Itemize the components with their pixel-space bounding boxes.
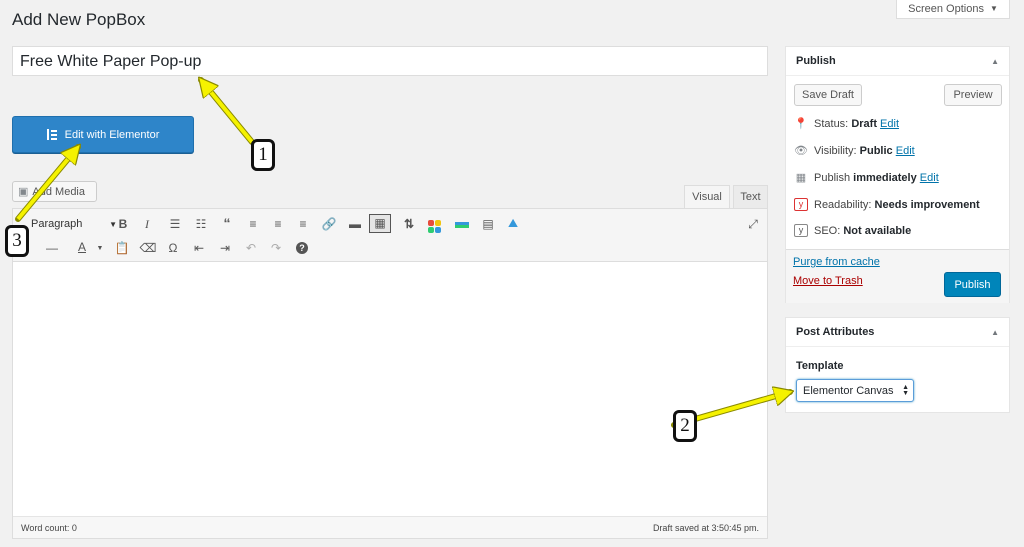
format-value: Paragraph [31, 218, 83, 230]
edit-schedule-link[interactable]: Edit [920, 172, 939, 184]
callout-1: 1 [251, 139, 275, 171]
pin-icon: 📍 [794, 118, 808, 130]
numbered-list-icon[interactable]: ☷ [192, 217, 210, 231]
visibility-value: Public [859, 144, 893, 157]
add-media-label: Add Media [32, 185, 85, 198]
readability-value: Needs improvement [874, 198, 980, 211]
template-label: Template [796, 360, 844, 372]
seo-value: Not available [843, 224, 912, 237]
bullet-list-icon[interactable]: ☰ [166, 217, 184, 231]
table-icon[interactable]: ▤ [479, 217, 497, 231]
edit-status-link[interactable]: Edit [880, 118, 899, 130]
status-value: Draft [851, 117, 877, 130]
readability-row: y Readability: Needs improvement [794, 198, 980, 211]
publish-box-header[interactable]: Publish ▲ [786, 47, 1009, 76]
align-center-icon[interactable]: ≡ [269, 217, 287, 231]
move-to-trash-link[interactable]: Move to Trash [793, 275, 863, 287]
strikethrough-icon[interactable]: — [43, 241, 61, 255]
screen-options-button[interactable]: Screen Options ▼ [896, 0, 1010, 19]
insert-icon[interactable]: ⇅ [400, 217, 418, 231]
fullscreen-icon[interactable]: ⤢ [744, 217, 762, 231]
text-color-icon[interactable]: A [73, 240, 91, 254]
status-row: 📍 Status: Draft Edit [794, 117, 900, 131]
special-character-icon[interactable]: Ω [164, 241, 182, 255]
post-title-input[interactable]: Free White Paper Pop-up [12, 46, 768, 76]
editor-toolbar: Paragraph ▼ B I ☰ ☷ “ ≡ ≡ ≡ 🔗 ▬ ▦ ⇅ ▤ ⛰ … [13, 209, 767, 262]
clear-formatting-icon[interactable]: ⌫ [139, 241, 157, 255]
yoast-icon: y [794, 224, 808, 237]
word-count: Word count: 0 [21, 522, 77, 533]
purge-cache-link[interactable]: Purge from cache [793, 256, 880, 268]
template-select[interactable]: Elementor Canvas ▲ ▼ [796, 379, 914, 402]
schedule-value: immediately [853, 171, 917, 184]
read-more-icon[interactable]: ▬ [346, 217, 364, 231]
outdent-icon[interactable]: ⇤ [190, 241, 208, 255]
format-select[interactable]: Paragraph ▼ [31, 215, 119, 233]
bold-icon[interactable]: B [114, 217, 132, 231]
redo-icon[interactable]: ↷ [267, 241, 285, 255]
elementor-icon [46, 129, 57, 140]
button-shortcode-icon[interactable] [453, 217, 471, 231]
post-attributes-header[interactable]: Post Attributes ▲ [786, 318, 1009, 347]
edit-with-elementor-label: Edit with Elementor [64, 128, 160, 141]
editor-content-area[interactable] [13, 263, 767, 518]
add-media-button[interactable]: ▣ Add Media [12, 181, 97, 202]
callout-2: 2 [673, 410, 697, 442]
yoast-icon: y [794, 198, 808, 211]
align-left-icon[interactable]: ≡ [244, 217, 262, 231]
preview-button[interactable]: Preview [944, 84, 1002, 106]
publish-actions: Purge from cache Move to Trash Publish [786, 249, 1009, 303]
toggle-arrow-icon[interactable]: ▲ [991, 57, 999, 66]
page-title: Add New PopBox [12, 10, 146, 29]
draft-saved-status: Draft saved at 3:50:45 pm. [652, 522, 759, 533]
italic-icon[interactable]: I [138, 217, 156, 231]
blockquote-icon[interactable]: “ [218, 216, 236, 230]
tab-text[interactable]: Text [733, 185, 768, 208]
editor-status-bar: Word count: 0 Draft saved at 3:50:45 pm. [13, 516, 767, 538]
edit-visibility-link[interactable]: Edit [896, 145, 915, 157]
post-attributes-title: Post Attributes [796, 326, 875, 338]
indent-icon[interactable]: ⇥ [216, 241, 234, 255]
publish-box: Publish ▲ Save Draft Preview 📍 Status: D… [785, 46, 1010, 303]
paste-as-text-icon[interactable]: 📋 [113, 241, 131, 255]
calendar-icon: ▦ [795, 172, 807, 184]
edit-with-elementor-button[interactable]: Edit with Elementor [12, 116, 194, 153]
media-icon: ▣ [18, 186, 29, 198]
toolbar-toggle-icon[interactable]: ▦ [369, 214, 391, 233]
arrow-1 [198, 77, 255, 145]
eye-icon: 👁 [794, 145, 808, 157]
undo-icon[interactable]: ↶ [242, 241, 260, 255]
template-value: Elementor Canvas [803, 384, 894, 397]
select-arrows-icon: ▲ ▼ [902, 383, 909, 397]
seo-row: y SEO: Not available [794, 224, 911, 237]
caret-down-icon: ▼ [989, 4, 998, 13]
link-icon[interactable]: 🔗 [320, 217, 338, 231]
publish-button[interactable]: Publish [944, 272, 1001, 297]
content-editor: Paragraph ▼ B I ☰ ☷ “ ≡ ≡ ≡ 🔗 ▬ ▦ ⇅ ▤ ⛰ … [12, 208, 768, 539]
visibility-row: 👁 Visibility: Public Edit [794, 144, 915, 158]
colorful-grid-icon[interactable] [425, 215, 443, 233]
align-right-icon[interactable]: ≡ [294, 217, 312, 231]
schedule-row: ▦ Publish immediately Edit [795, 171, 939, 185]
upload-icon[interactable]: ⛰ [504, 216, 522, 230]
save-draft-button[interactable]: Save Draft [794, 84, 862, 106]
caret-down-icon[interactable]: ▼ [91, 242, 109, 256]
toggle-arrow-icon[interactable]: ▲ [991, 328, 999, 337]
publish-box-title: Publish [796, 55, 836, 67]
post-attributes-box: Post Attributes ▲ Template Elementor Can… [785, 317, 1010, 413]
help-icon[interactable]: ? [293, 240, 311, 254]
screen-options-label: Screen Options [908, 2, 984, 15]
callout-3: 3 [5, 225, 29, 257]
tab-visual[interactable]: Visual [684, 185, 730, 208]
